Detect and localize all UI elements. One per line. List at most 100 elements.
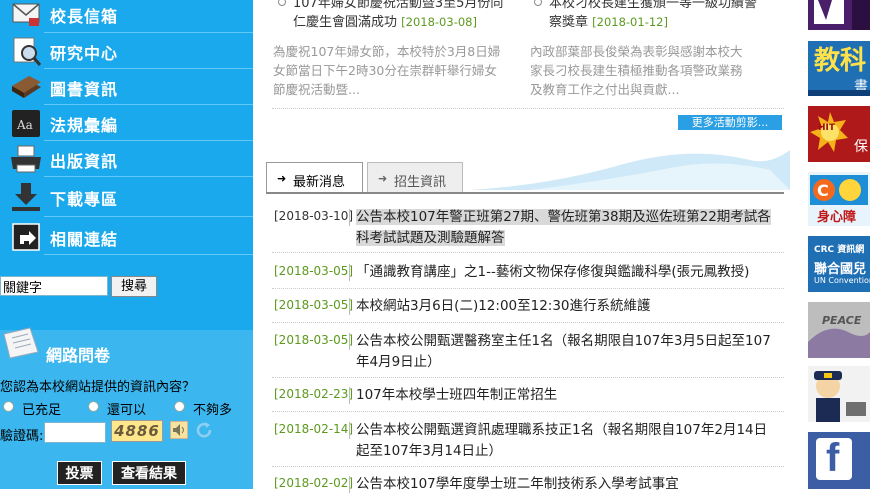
divider — [272, 108, 784, 109]
news-title: 公告本校107年警正班第27期、警佐班第38期及巡佐班第22期考試各 科考試試題及… — [356, 209, 771, 246]
news-item[interactable]: [2018-02-23] 107年本校學士班四年制正常招生 — [272, 387, 784, 407]
menu-divider — [44, 104, 253, 105]
news-date: [2018-03-10] — [274, 209, 354, 223]
activity-desc-2: 內政部葉部長俊榮為表彰與感謝本校大 家長刁校長建生積極推動各項警政業務 及教育工… — [530, 44, 743, 97]
vote-button[interactable]: 投票 — [57, 461, 102, 485]
captcha-label: 驗證碼: — [0, 429, 44, 444]
banner-facebook[interactable]: f — [808, 432, 870, 489]
arrow-right-icon: ➜ — [277, 172, 287, 185]
peace-banner-icon — [808, 302, 870, 358]
more-activities-button[interactable]: 更多活動剪影... — [678, 115, 782, 130]
menu-item-principal-mailbox[interactable]: 校長信箱 — [0, 0, 253, 31]
menu-divider — [44, 216, 253, 217]
refresh-icon[interactable] — [194, 420, 214, 440]
download-icon — [9, 181, 43, 213]
left-sidebar: 校長信箱 研究中心 圖書資訊 Aa 法規彙編 出版資訊 下載專區 相關連結 關鍵… — [0, 0, 253, 489]
menu-item-label: 校長信箱 — [50, 7, 119, 26]
menu-divider — [44, 32, 253, 33]
textbook-banner-icon — [808, 90, 870, 96]
news-item[interactable]: [2018-02-14] 公告本校公開甄選資訊處理職系技正1名（報名期限自107… — [272, 422, 784, 462]
news-title: 公告本校公開甄選資訊處理職系技正1名（報名期限自107年2月14日 起至107年3… — [356, 422, 768, 459]
bullet-icon — [278, 0, 286, 6]
news-item[interactable]: [2018-03-05] 「通識教育講座」之1--藝術文物保存修復與鑑識科學(張… — [272, 264, 784, 284]
menu-item-label: 出版資訊 — [50, 152, 119, 171]
poll-title: 網路問卷 — [46, 346, 111, 365]
tab-admissions[interactable]: ➜ 招生資訊 — [367, 162, 463, 193]
banner-purple[interactable] — [808, 0, 870, 30]
menu-item-label: 圖書資訊 — [50, 80, 119, 99]
menu-item-label: 相關連結 — [50, 230, 119, 249]
news-date: [2018-03-05] — [274, 298, 354, 312]
activity-desc-1: 為慶祝107年婦女節，本校特於3月8日婦 女節當日下午2時30分在崇群軒舉行婦女… — [273, 44, 501, 97]
news-item[interactable]: [2018-02-02] 公告本校107學年度學士班二年制技術系入學考試事宜 — [272, 476, 784, 496]
news-title: 公告本校107學年度學士班二年制技術系入學考試事宜 — [356, 476, 679, 492]
banner-accessibility[interactable]: C 身心障 — [808, 172, 870, 226]
news-item[interactable]: [2018-03-10] 公告本校107年警正班第27期、警佐班第38期及巡佐班… — [272, 209, 784, 249]
poll-question: 您認為本校網站提供的資訊內容？ — [0, 380, 196, 395]
menu-divider — [44, 176, 253, 177]
menu-item-library[interactable]: 圖書資訊 — [0, 70, 253, 104]
menu-item-regulations[interactable]: Aa 法規彙編 — [0, 106, 253, 140]
news-date: [2018-03-05] — [274, 333, 354, 347]
menu-item-downloads[interactable]: 下載專區 — [0, 180, 253, 214]
wave-decoration — [470, 140, 790, 190]
banner-text: 教科 — [814, 46, 867, 76]
search-button[interactable]: 搜尋 — [111, 276, 157, 297]
tab-latest-news[interactable]: ➜ 最新消息 — [266, 162, 363, 193]
news-title: 107年本校學士班四年制正常招生 — [356, 387, 558, 403]
dictionary-icon: Aa — [9, 107, 43, 139]
news-title: 公告本校公開甄選醫務室主任1名（報名期限自107年3月5日起至107 年4月9日止… — [356, 333, 771, 370]
news-date: [2018-02-14] — [274, 422, 354, 436]
poll-option-radio-3[interactable] — [174, 401, 185, 412]
purple-banner-icon — [814, 0, 870, 30]
books-icon — [9, 71, 43, 103]
banner-crc[interactable]: CRC 資訊網 聯合國兒 UN Convention — [808, 236, 870, 292]
arrow-right-icon: ➜ — [378, 172, 388, 185]
news-date: [2018-02-02] — [274, 476, 354, 490]
news-item[interactable]: [2018-03-05] 本校網站3月6日(二)12:00至12:30進行系統維… — [272, 298, 784, 318]
printer-icon — [9, 143, 43, 175]
captcha-image: 4886 — [111, 420, 163, 442]
news-item[interactable]: [2018-03-05] 公告本校公開甄選醫務室主任1名（報名期限自107年3月… — [272, 333, 784, 373]
hit-badge-icon — [810, 112, 848, 152]
poll-option-label-3: 不夠多 — [193, 403, 233, 418]
view-results-button[interactable]: 查看結果 — [112, 461, 186, 485]
poll-option-radio-1[interactable] — [3, 401, 14, 412]
activity-date: [2018-01-12] — [592, 15, 668, 29]
news-title: 本校網站3月6日(二)12:00至12:30進行系統維護 — [356, 298, 651, 314]
menu-divider — [44, 68, 253, 69]
magnifier-icon — [9, 35, 43, 67]
link-arrow-icon — [9, 221, 43, 253]
svg-text:C: C — [817, 181, 829, 200]
banner-hit[interactable]: HIT 保 — [808, 106, 870, 162]
menu-item-label: 下載專區 — [50, 190, 119, 209]
keyword-search-input[interactable] — [0, 276, 108, 296]
menu-item-label: 研究中心 — [50, 44, 119, 63]
svg-text:Aa: Aa — [16, 118, 33, 132]
news-date: [2018-02-23] — [274, 387, 354, 401]
news-title: 「通識教育講座」之1--藝術文物保存修復與鑑識科學(張元鳳教授) — [356, 264, 750, 280]
poll-option-radio-2[interactable] — [88, 401, 99, 412]
speaker-icon[interactable] — [169, 420, 189, 440]
banner-textbook[interactable]: 教科 書 — [808, 41, 870, 96]
menu-divider — [44, 254, 253, 255]
captcha-input[interactable] — [44, 422, 106, 443]
facebook-icon: f — [816, 436, 852, 480]
menu-divider — [44, 140, 253, 141]
activity-title-2[interactable]: 本校刁校長建生獲頒一等一級功績警 察獎章 [2018-01-12] — [549, 0, 784, 32]
news-date: [2018-03-05] — [274, 264, 354, 278]
tab-bar-line — [266, 192, 784, 194]
poll-option-label-1: 已充足 — [22, 403, 62, 418]
survey-document-icon — [0, 326, 44, 360]
poll-option-label-2: 還可以 — [107, 403, 147, 418]
menu-item-research-center[interactable]: 研究中心 — [0, 34, 253, 68]
menu-item-label: 法規彙編 — [50, 116, 119, 135]
police-figure-icon — [814, 371, 866, 422]
banner-police[interactable] — [808, 366, 870, 422]
menu-item-related-links[interactable]: 相關連結 — [0, 220, 253, 254]
mailbox-icon — [9, 0, 43, 30]
menu-item-publications[interactable]: 出版資訊 — [0, 142, 253, 176]
activity-date: [2018-03-08] — [401, 15, 477, 29]
activity-title-1[interactable]: 107年婦女節慶祝活動暨3至5月份同 仁慶生會圓滿成功 [2018-03-08] — [293, 0, 528, 32]
banner-peace[interactable]: PEACE — [808, 302, 870, 358]
